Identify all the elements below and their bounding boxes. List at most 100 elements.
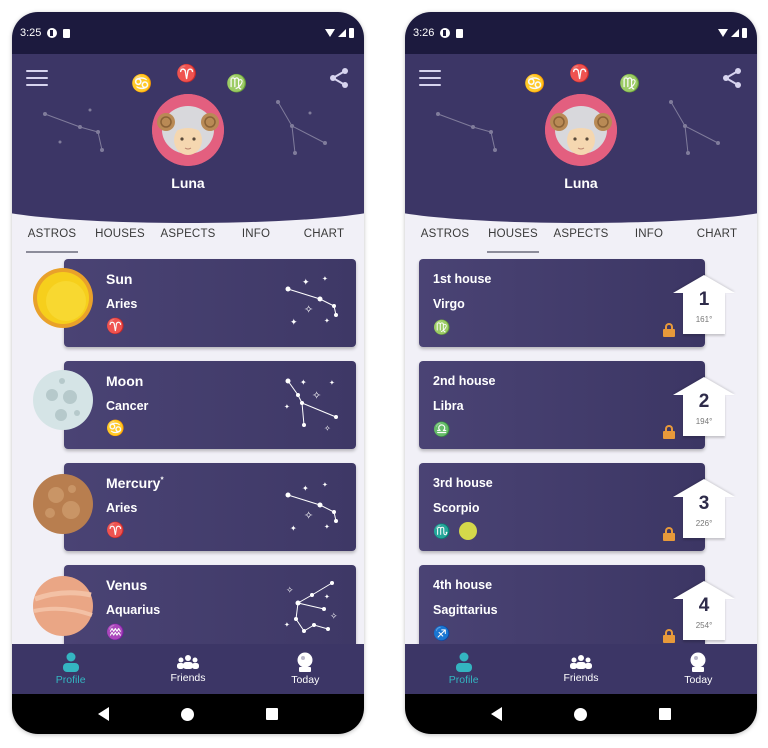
svg-text:✧: ✧ (286, 585, 294, 595)
house-sign: Libra (433, 399, 464, 413)
svg-text:✦: ✦ (290, 317, 298, 327)
house-card-4[interactable]: 4th house Sagittarius ♐ (419, 565, 705, 653)
status-bar: 3:25 (12, 12, 364, 54)
svg-text:✧: ✧ (304, 510, 313, 522)
tab-houses[interactable]: HOUSES (86, 221, 154, 255)
status-time: 3:26 (413, 27, 435, 39)
cancer-sign-icon: ♋ (524, 74, 546, 93)
house-degree: 254° (695, 621, 713, 630)
moon-icon (32, 369, 94, 431)
planet-name: Moon (106, 373, 144, 389)
back-button[interactable] (98, 707, 109, 721)
house-title: 2nd house (433, 374, 496, 388)
house-number: 4 (698, 595, 710, 616)
nav-label: Today (291, 674, 320, 686)
crystal-ball-icon (690, 652, 706, 672)
aries-constellation-icon: ✦ ✦ ✧ ✦ ✦ (285, 481, 338, 533)
house-degree: 226° (695, 519, 713, 528)
nav-friends[interactable]: Friends (522, 644, 639, 694)
share-icon[interactable] (328, 67, 350, 89)
house-card-1[interactable]: 1st house Virgo ♍ (419, 259, 705, 347)
house-sign: Scorpio (433, 501, 480, 515)
user-name: Luna (564, 175, 598, 191)
recents-button[interactable] (266, 708, 278, 720)
nav-label: Friends (170, 672, 206, 684)
svg-text:✦: ✦ (324, 523, 330, 531)
home-button[interactable] (181, 707, 194, 721)
constellation-decoration-icon (276, 100, 327, 155)
tab-info[interactable]: INFO (615, 221, 683, 255)
house-number: 2 (698, 391, 710, 412)
profile-header: ♋ ♈ ♍ Luna (12, 54, 364, 223)
house-number-badge: 3 226° (673, 479, 735, 541)
nav-label: Profile (55, 674, 86, 686)
tab-info[interactable]: INFO (222, 221, 290, 255)
house-card-3[interactable]: 3rd house Scorpio ♏ (419, 463, 705, 551)
aquarius-constellation-icon: ✧ ✦ ✧ ✦ (284, 581, 338, 633)
astro-card-mercury[interactable]: Mercury* Aries ♈ ✦ ✦ ✧ ✦ ✦ (64, 463, 356, 551)
nav-friends[interactable]: Friends (129, 644, 246, 694)
share-icon[interactable] (721, 67, 743, 89)
sd-card-icon (63, 28, 71, 38)
houses-list: 1st house Virgo ♍ 1 161° 2nd house Libra… (405, 255, 757, 653)
nav-profile[interactable]: Profile (405, 644, 522, 694)
svg-text:✦: ✦ (290, 524, 297, 533)
svg-text:✦: ✦ (300, 378, 307, 387)
profile-icon (455, 652, 472, 672)
phone-screen-houses: 3:26 ♋ ♈ ♍ Luna ASTROS HOUSES ASPECTS IN… (405, 12, 757, 734)
planet-name: Venus (106, 577, 148, 593)
house-sign: Sagittarius (433, 603, 498, 617)
astro-card-venus[interactable]: Venus Aquarius ♒ ✧ ✦ ✧ ✦ (64, 565, 356, 653)
aries-sign-icon: ♈ (106, 318, 125, 335)
sun-icon (32, 267, 94, 329)
home-button[interactable] (574, 707, 587, 721)
notification-icon (440, 28, 451, 38)
tab-chart[interactable]: CHART (290, 221, 358, 255)
nav-label: Friends (563, 672, 599, 684)
constellation-decoration-icon (436, 112, 497, 152)
astro-card-moon[interactable]: Moon Cancer ♋ ✦ ✦ ✧ ✦ ✧ (64, 361, 356, 449)
svg-text:✦: ✦ (324, 593, 330, 601)
tab-houses[interactable]: HOUSES (479, 221, 547, 255)
scorpio-sign-icon: ♏ (433, 523, 451, 539)
aquarius-sign-icon: ♒ (106, 624, 125, 641)
svg-text:✧: ✧ (304, 304, 313, 316)
planet-name: Mercury* (106, 475, 164, 491)
nav-profile[interactable]: Profile (12, 644, 129, 694)
nav-today[interactable]: Today (247, 644, 364, 694)
tab-aspects[interactable]: ASPECTS (547, 221, 615, 255)
menu-button[interactable] (26, 70, 48, 86)
bottom-navigation: Profile Friends Today (12, 644, 364, 694)
avatar[interactable] (152, 94, 224, 166)
status-bar: 3:26 (405, 12, 757, 54)
tab-bar: ASTROS HOUSES ASPECTS INFO CHART (12, 221, 364, 255)
astro-card-sun[interactable]: Sun Aries ♈ ✦ ✦ ✧ ✦ ✦ (64, 259, 356, 347)
virgo-sign-icon: ♍ (619, 74, 641, 93)
astros-list: Sun Aries ♈ ✦ ✦ ✧ ✦ ✦ Moon Cancer ♋ ✦ ✦ ✧ ✦ ✧ (12, 255, 364, 653)
nav-today[interactable]: Today (640, 644, 757, 694)
tab-astros[interactable]: ASTROS (411, 221, 479, 255)
tab-astros[interactable]: ASTROS (18, 221, 86, 255)
planet-sign: Cancer (106, 399, 149, 413)
profile-icon (62, 652, 79, 672)
house-card-2[interactable]: 2nd house Libra ♎ (419, 361, 705, 449)
constellation-decoration-icon (43, 108, 104, 152)
recents-button[interactable] (659, 708, 671, 720)
back-button[interactable] (491, 707, 502, 721)
avatar[interactable] (545, 94, 617, 166)
cancer-constellation-icon: ✦ ✦ ✧ ✦ ✧ (284, 378, 338, 433)
virgo-sign-icon: ♍ (226, 74, 248, 93)
tab-chart[interactable]: CHART (683, 221, 751, 255)
nav-label: Profile (448, 674, 479, 686)
profile-header: ♋ ♈ ♍ Luna (405, 54, 757, 223)
svg-text:✦: ✦ (322, 275, 328, 283)
planet-sign: Aries (106, 297, 138, 311)
wifi-icon (718, 29, 728, 37)
svg-text:✧: ✧ (330, 611, 338, 621)
tab-aspects[interactable]: ASPECTS (154, 221, 222, 255)
venus-icon (32, 575, 94, 637)
menu-button[interactable] (419, 70, 441, 86)
wifi-icon (325, 29, 335, 37)
bottom-navigation: Profile Friends Today (405, 644, 757, 694)
planet-name: Sun (106, 271, 133, 287)
